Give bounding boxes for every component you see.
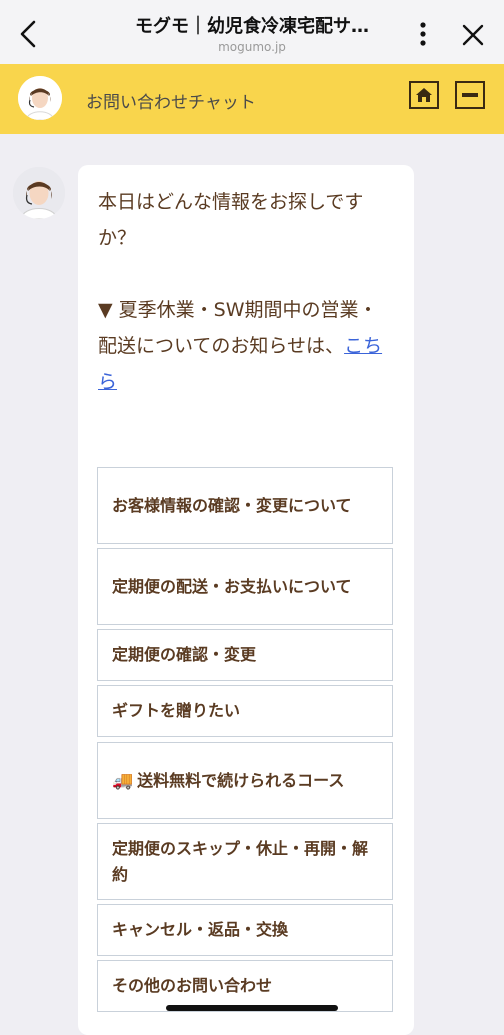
back-button[interactable] [12, 14, 44, 54]
operator-avatar [18, 76, 62, 120]
browser-bar: モグモ｜幼児食冷凍宅配サ… mogumo.jp [0, 0, 504, 64]
option-label: 🚚 送料無料で続けられるコース [112, 770, 345, 791]
more-button[interactable] [408, 18, 438, 50]
notice-prefix: ▼ 夏季休業・SW期間中の営業・配送についてのお知らせは、 [98, 299, 378, 357]
option-customer-info[interactable]: お客様情報の確認・変更について [97, 467, 393, 544]
option-subscription-change[interactable]: 定期便の確認・変更 [97, 629, 393, 681]
home-indicator[interactable] [166, 1005, 338, 1011]
notice-text: ▼ 夏季休業・SW期間中の営業・配送についてのお知らせは、こちら [98, 292, 394, 400]
option-cancel-return-exchange[interactable]: キャンセル・返品・交換 [97, 904, 393, 956]
option-delivery-payment[interactable]: 定期便の配送・お支払いについて [97, 548, 393, 625]
option-skip-pause-cancel[interactable]: 定期便のスキップ・休止・再開・解約 [97, 823, 393, 900]
option-label: ギフトを贈りたい [112, 701, 241, 720]
option-free-shipping-course[interactable]: 🚚 送料無料で続けられるコース [97, 742, 393, 819]
option-label: 定期便の配送・お支払いについて [112, 576, 352, 596]
home-icon [416, 88, 432, 102]
option-label: キャンセル・返品・交換 [112, 920, 289, 939]
option-label: その他のお問い合わせ [112, 976, 273, 995]
close-button[interactable] [456, 18, 490, 52]
chevron-left-icon [20, 20, 36, 48]
option-label: 定期便のスキップ・休止・再開・解約 [112, 838, 369, 884]
truck-icon: 🚚 [112, 770, 134, 791]
page-title: モグモ｜幼児食冷凍宅配サ… [135, 16, 369, 37]
bot-avatar [13, 167, 65, 219]
greeting-text: 本日はどんな情報をお探しですか？ [98, 191, 364, 249]
minimize-icon [462, 93, 478, 97]
bot-message: 本日はどんな情報をお探しですか？ ▼ 夏季休業・SW期間中の営業・配送についての… [98, 184, 394, 400]
close-icon [462, 24, 484, 46]
page-url: mogumo.jp [218, 40, 286, 54]
minimize-button[interactable] [455, 81, 485, 109]
option-label: 定期便の確認・変更 [112, 645, 257, 664]
option-gift[interactable]: ギフトを贈りたい [97, 685, 393, 737]
chat-title: お問い合わせチャット [86, 93, 256, 113]
option-label: お客様情報の確認・変更について [112, 495, 352, 515]
more-vertical-icon [420, 22, 426, 46]
home-button[interactable] [409, 81, 439, 109]
